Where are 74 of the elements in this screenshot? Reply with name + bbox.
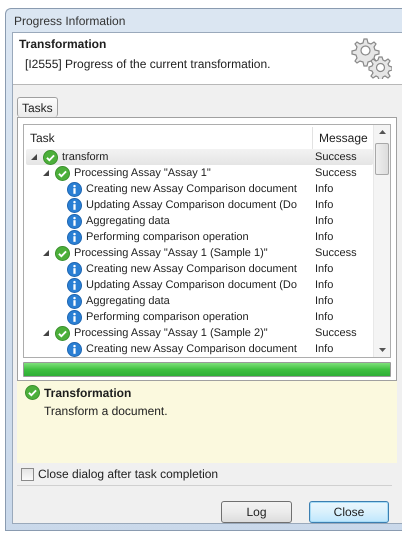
message-text: Info bbox=[314, 295, 334, 307]
message-text: Info bbox=[314, 311, 334, 323]
info-icon bbox=[67, 262, 82, 276]
message-text: Info bbox=[314, 279, 334, 291]
expanded-arrow-icon[interactable] bbox=[31, 154, 37, 160]
gears-icon bbox=[350, 37, 392, 79]
scroll-thumb[interactable] bbox=[375, 143, 389, 175]
message-text: Info bbox=[314, 231, 334, 243]
success-icon bbox=[43, 150, 58, 164]
info-icon bbox=[67, 342, 82, 356]
column-header[interactable]: Message bbox=[319, 131, 368, 145]
column-header[interactable]: Task bbox=[30, 131, 55, 145]
message-text: Success bbox=[314, 151, 358, 163]
task-text: Updating Assay Comparison document (Do bbox=[86, 279, 297, 291]
tree-row[interactable]: Creating new Assay Comparison document Info bbox=[26, 341, 373, 357]
message-text: Info bbox=[314, 215, 334, 227]
scroll-up-icon[interactable] bbox=[378, 130, 386, 134]
message-text: Info bbox=[314, 343, 334, 355]
task-text: Updating Assay Comparison document (Do bbox=[86, 199, 297, 211]
message-text: Info bbox=[314, 183, 334, 195]
task-text: Aggregating data bbox=[86, 215, 170, 227]
tree-row[interactable]: Processing Assay "Assay 1 (Sample 1)" Success bbox=[26, 245, 373, 261]
task-text: Processing Assay "Assay 1" bbox=[74, 167, 211, 179]
message-text: Success bbox=[314, 327, 358, 339]
tree-row[interactable]: Creating new Assay Comparison document Info bbox=[26, 181, 373, 197]
task-text: Creating new Assay Comparison document bbox=[86, 183, 297, 195]
tasks-tab[interactable]: Tasks bbox=[17, 97, 58, 117]
message-text: Info bbox=[314, 263, 334, 275]
tree-row[interactable]: Aggregating data Info bbox=[26, 213, 373, 229]
window-title: Progress Information bbox=[14, 14, 126, 28]
tree-row[interactable]: Performing comparison operation Info bbox=[26, 309, 373, 325]
info-icon bbox=[67, 230, 82, 244]
success-icon bbox=[55, 326, 70, 340]
task-text: Performing comparison operation bbox=[86, 231, 249, 243]
details-description: Transform a document. bbox=[43, 404, 169, 418]
success-icon bbox=[55, 166, 70, 180]
tree-row[interactable]: Aggregating data Info bbox=[26, 293, 373, 309]
tree-row[interactable]: Performing comparison operation Info bbox=[26, 229, 373, 245]
checkbox[interactable] bbox=[21, 468, 34, 480]
tree-row[interactable]: Updating Assay Comparison document (Do Info bbox=[26, 277, 373, 293]
tree-row[interactable]: Updating Assay Comparison document (Do Info bbox=[26, 197, 373, 213]
tree-row[interactable]: Creating new Assay Comparison document Info bbox=[26, 261, 373, 277]
tree-row[interactable]: Processing Assay "Assay 1" Success bbox=[26, 165, 373, 181]
info-icon bbox=[67, 198, 82, 212]
task-text: Performing comparison operation bbox=[86, 311, 249, 323]
expanded-arrow-icon[interactable] bbox=[43, 330, 49, 336]
task-text: Processing Assay "Assay 1 (Sample 2)" bbox=[74, 327, 268, 339]
scrollbar[interactable] bbox=[373, 125, 390, 357]
info-icon bbox=[67, 214, 82, 228]
header-description: [I2555] Progress of the current transformation. bbox=[24, 57, 270, 71]
info-icon bbox=[67, 294, 82, 308]
info-icon bbox=[67, 278, 82, 292]
task-text: Processing Assay "Assay 1 (Sample 1)" bbox=[74, 247, 268, 259]
message-text: Success bbox=[314, 167, 358, 179]
message-text: Success bbox=[314, 247, 358, 259]
task-text: transform bbox=[62, 151, 108, 163]
close-button[interactable]: Close bbox=[309, 501, 389, 523]
log-button[interactable]: Log bbox=[221, 501, 292, 523]
message-text: Info bbox=[314, 199, 334, 211]
tree-row[interactable]: transform Success bbox=[26, 149, 373, 165]
expanded-arrow-icon[interactable] bbox=[43, 170, 49, 176]
task-text: Creating new Assay Comparison document bbox=[86, 343, 297, 355]
success-icon bbox=[55, 246, 70, 260]
task-text: Aggregating data bbox=[86, 295, 170, 307]
success-icon bbox=[25, 385, 40, 400]
expanded-arrow-icon[interactable] bbox=[43, 250, 49, 256]
info-icon bbox=[67, 310, 82, 324]
task-text: Creating new Assay Comparison document bbox=[86, 263, 297, 275]
info-icon bbox=[67, 182, 82, 196]
tree-row[interactable]: Processing Assay "Assay 1 (Sample 2)" Success bbox=[26, 325, 373, 341]
header-title: Transformation bbox=[19, 37, 108, 51]
details-title: Transformation bbox=[44, 386, 132, 400]
checkbox-label[interactable]: Close dialog after task completion bbox=[38, 467, 218, 481]
scroll-down-icon[interactable] bbox=[378, 348, 386, 352]
